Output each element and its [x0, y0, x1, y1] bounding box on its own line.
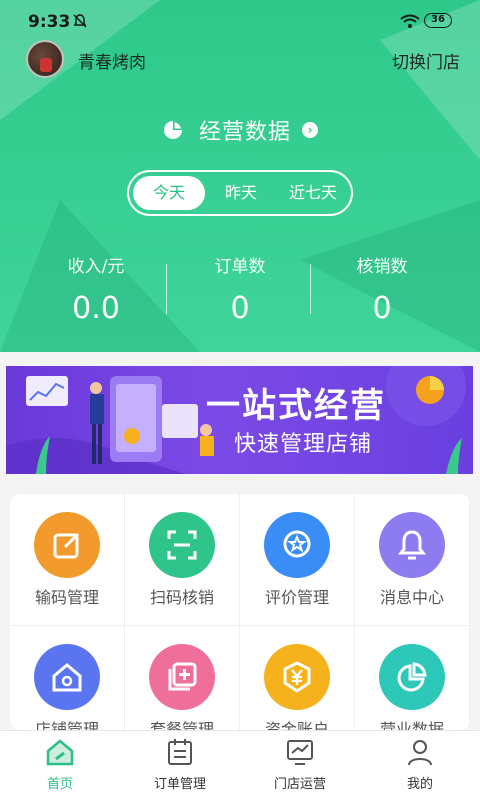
bell-icon — [379, 512, 445, 578]
avatar[interactable] — [26, 40, 64, 78]
grid-item-scan-verify[interactable]: 扫码核销 — [125, 494, 240, 626]
tab-last-seven-days[interactable]: 近七天 — [277, 176, 349, 210]
tab-yesterday[interactable]: 昨天 — [205, 176, 277, 210]
grid-item-package-management[interactable]: 套餐管理 — [125, 626, 240, 730]
scan-icon — [149, 512, 215, 578]
store-row: 青春烤肉 切换门店 — [26, 40, 460, 78]
grid-item-label: 店铺管理 — [34, 720, 99, 730]
operations-icon — [287, 740, 313, 765]
stat-income-label: 收入/元 — [67, 257, 125, 277]
grid-item-label: 扫码核销 — [149, 588, 214, 607]
profile-icon — [408, 740, 432, 766]
promo-banner[interactable]: 一站式经营 快速管理店铺 — [6, 366, 473, 474]
pie-icon — [163, 121, 182, 139]
chevron-right-icon: › — [302, 122, 319, 138]
banner-subtitle: 快速管理店铺 — [234, 432, 373, 457]
grid-item-label: 资金账户 — [264, 720, 329, 730]
banner-title: 一站式经营 — [206, 386, 386, 426]
tab-today[interactable]: 今天 — [133, 176, 205, 210]
grid-item-review-management[interactable]: 评价管理 — [240, 494, 355, 626]
stat-orders: 订单数 0 — [160, 252, 320, 326]
tab-home[interactable]: 首页 — [0, 737, 120, 797]
tab-orders[interactable]: 订单管理 — [120, 737, 240, 797]
tab-label: 订单管理 — [153, 777, 206, 792]
grid-item-label: 评价管理 — [264, 588, 329, 607]
stats: 收入/元 0.0 订单数 0 核销数 0 — [0, 252, 480, 332]
store-name: 青春烤肉 — [78, 53, 146, 73]
grid-item-code-management[interactable]: 输码管理 — [10, 494, 125, 626]
grid-item-label: 消息中心 — [379, 588, 444, 607]
tab-label: 门店运营 — [273, 777, 326, 792]
grid-item-label: 套餐管理 — [149, 720, 214, 730]
store-gear-icon — [34, 644, 100, 710]
orders-icon — [168, 739, 192, 765]
grid-item-label: 营业数据 — [379, 720, 444, 730]
grid-item-business-data[interactable]: 营业数据 — [355, 626, 470, 730]
mute-bell-icon — [73, 14, 87, 28]
switch-store-button[interactable]: 切换门店 — [392, 48, 460, 73]
tab-label: 我的 — [406, 777, 433, 792]
tab-mine[interactable]: 我的 — [360, 737, 480, 797]
tab-label: 首页 — [46, 777, 73, 792]
grid-item-message-center[interactable]: 消息中心 — [355, 494, 470, 626]
grid-item-label: 输码管理 — [34, 588, 99, 607]
stat-redemptions-label: 核销数 — [356, 257, 408, 277]
battery-indicator: 36 — [424, 13, 452, 28]
header: 9:33 36 青春烤肉 切换门店 经营数据 › 今天 昨天 近七天 收入/元 … — [0, 0, 480, 352]
stat-redemptions: 核销数 0 — [302, 252, 462, 326]
stat-income-value: 0.0 — [72, 291, 120, 326]
wifi-icon — [400, 14, 420, 28]
stat-income: 收入/元 0.0 — [16, 252, 176, 326]
pie-chart-icon — [379, 644, 445, 710]
date-range-selector: 今天 昨天 近七天 — [127, 170, 353, 216]
stat-redemptions-value: 0 — [372, 291, 392, 326]
grid-item-fund-account[interactable]: 资金账户 — [240, 626, 355, 730]
feature-grid: 输码管理 扫码核销 评价管理 消息中心 店铺管理 套餐管理 资金账户 营业数据 — [10, 494, 470, 730]
yuan-shield-icon — [264, 644, 330, 710]
status-bar: 9:33 36 — [0, 0, 480, 40]
bottom-tab-bar: 首页 订单管理 门店运营 我的 — [0, 730, 480, 800]
ops-title-row[interactable]: 经营数据 › — [0, 114, 480, 146]
grid-item-store-management[interactable]: 店铺管理 — [10, 626, 125, 730]
home-icon — [46, 739, 74, 766]
status-time: 9:33 — [28, 12, 71, 32]
package-add-icon — [149, 644, 215, 710]
ops-title: 经营数据 — [198, 120, 291, 145]
review-star-icon — [264, 512, 330, 578]
stat-orders-label: 订单数 — [214, 257, 266, 277]
tab-store-operations[interactable]: 门店运营 — [240, 737, 360, 797]
stat-orders-value: 0 — [230, 291, 250, 326]
edit-icon — [34, 512, 100, 578]
